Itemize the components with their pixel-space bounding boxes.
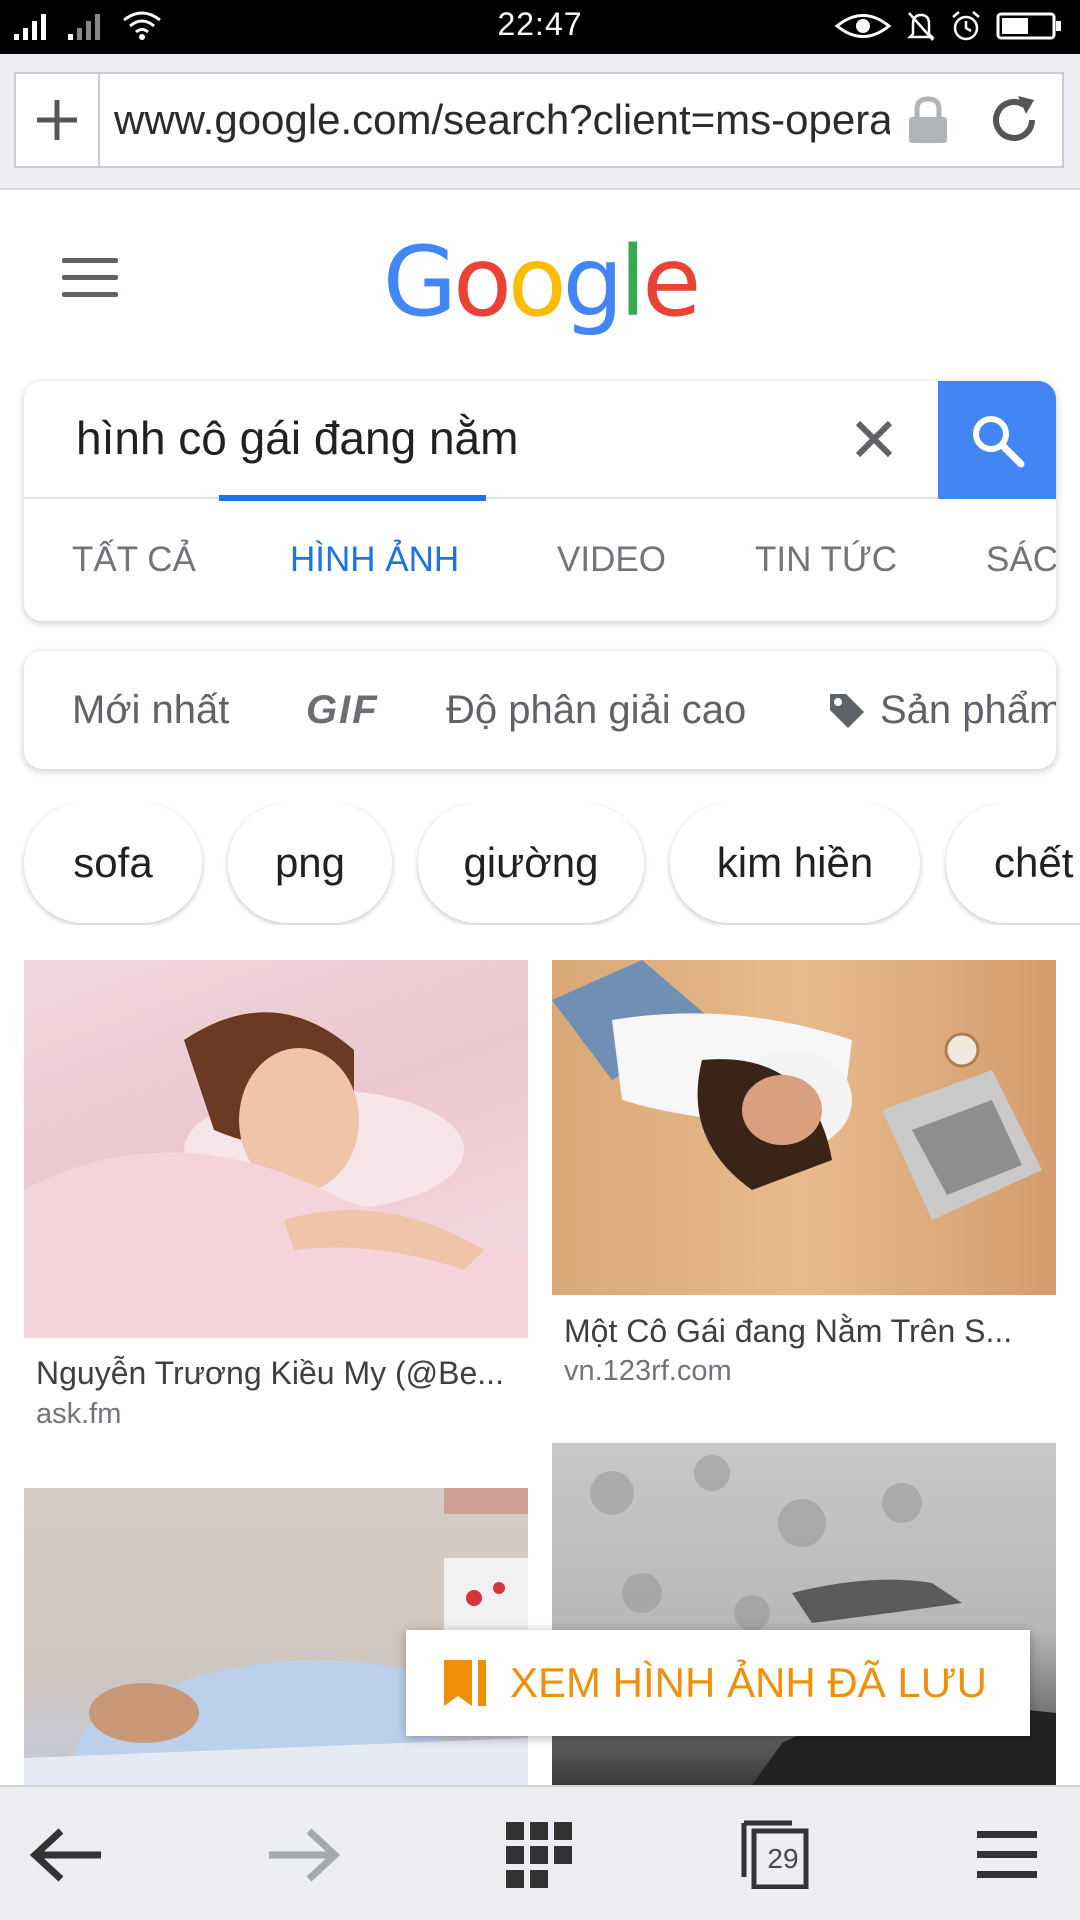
new-tab-button[interactable] xyxy=(16,74,100,166)
search-icon xyxy=(973,416,1025,468)
google-logo-letter: g xyxy=(562,226,624,338)
tag-icon xyxy=(830,694,864,728)
close-icon xyxy=(855,420,893,458)
google-header: Google xyxy=(0,192,1080,370)
search-bar: hình cô gái đang nằm xyxy=(24,381,1056,499)
bookmark-icon xyxy=(430,1656,500,1710)
url-text[interactable]: www.google.com/search?client=ms-opera xyxy=(100,96,890,144)
tab-count: 29 xyxy=(767,1843,799,1874)
screen: 22:47 www.google.com/search?client=ms-op… xyxy=(0,0,1080,1920)
filter-products[interactable]: Sản phẩm xyxy=(826,651,1056,769)
tab-books[interactable]: SÁCH xyxy=(986,499,1056,621)
google-logo-letter: o xyxy=(507,226,567,338)
grid-icon xyxy=(506,1822,572,1888)
tabs-button[interactable]: 29 xyxy=(730,1815,820,1895)
eye-icon xyxy=(834,14,892,38)
tab-images[interactable]: HÌNH ẢNH xyxy=(290,499,459,621)
filter-high-res[interactable]: Độ phân giải cao xyxy=(446,651,746,769)
speed-dial-button[interactable] xyxy=(494,1815,584,1895)
result-title[interactable]: Nguyễn Trương Kiều My (@Be... xyxy=(36,1355,516,1392)
chip-chet[interactable]: chết xyxy=(946,803,1080,923)
google-logo-letter: e xyxy=(642,226,701,338)
alarm-icon xyxy=(952,11,980,41)
arrow-right-icon xyxy=(269,1828,341,1882)
photo-woman-on-floor xyxy=(552,960,1042,1220)
tab-all[interactable]: TẤT CẢ xyxy=(72,499,196,621)
google-logo-letter: o xyxy=(453,226,512,338)
status-bar: 22:47 xyxy=(0,0,1080,54)
chip-png[interactable]: png xyxy=(228,803,392,923)
result-title[interactable]: Một Cô Gái đang Nằm Trên S... xyxy=(564,1313,1044,1350)
search-tabs: TẤT CẢ HÌNH ẢNH VIDEO TIN TỨC SÁCH xyxy=(24,499,1056,621)
chip-giuong[interactable]: giường xyxy=(418,803,644,923)
saved-images-button[interactable]: XEM HÌNH ẢNH ĐÃ LƯU xyxy=(406,1630,1030,1736)
clear-search-button[interactable] xyxy=(846,411,902,467)
reload-button[interactable] xyxy=(966,92,1062,148)
back-button[interactable] xyxy=(22,1815,112,1895)
active-tab-indicator xyxy=(219,495,486,501)
chip-sofa[interactable]: sofa xyxy=(24,803,202,923)
browser-bottom-nav: 29 xyxy=(0,1785,1080,1920)
result-image[interactable] xyxy=(24,960,528,1338)
related-chips: sofa png giường kim hiền chết xyxy=(0,803,1080,925)
search-card: hình cô gái đang nằm TẤT CẢ HÌNH ẢNH VID… xyxy=(24,381,1056,621)
google-logo-letter: l xyxy=(619,226,647,338)
filter-newest[interactable]: Mới nhất xyxy=(72,651,229,769)
result-source: vn.123rf.com xyxy=(564,1355,732,1387)
main-menu-button[interactable] xyxy=(962,1815,1052,1895)
google-logo[interactable]: Google xyxy=(0,226,1080,338)
menu-icon xyxy=(977,1831,1037,1878)
saved-images-label: XEM HÌNH ẢNH ĐÃ LƯU xyxy=(510,1659,987,1706)
tab-video[interactable]: VIDEO xyxy=(557,499,666,621)
filter-products-label: Sản phẩm xyxy=(880,688,1056,732)
search-button[interactable] xyxy=(938,381,1056,499)
status-icons xyxy=(834,10,1062,42)
arrow-left-icon xyxy=(29,1828,101,1882)
bell-muted-icon xyxy=(906,12,936,41)
photo-sleeping-woman xyxy=(24,1012,528,1338)
google-logo-letter: G xyxy=(382,226,457,338)
browser-toolbar: www.google.com/search?client=ms-opera xyxy=(0,54,1080,190)
plus-icon xyxy=(37,100,77,140)
search-input[interactable]: hình cô gái đang nằm xyxy=(76,411,518,465)
result-image[interactable] xyxy=(552,960,1056,1295)
filter-bar: Mới nhất GIF Độ phân giải cao Sản phẩm xyxy=(24,651,1056,769)
forward-button[interactable] xyxy=(258,1815,348,1895)
reload-icon xyxy=(993,96,1035,141)
lock-icon[interactable] xyxy=(890,95,966,145)
address-bar[interactable]: www.google.com/search?client=ms-opera xyxy=(14,72,1064,168)
chip-kim-hien[interactable]: kim hiền xyxy=(670,803,920,923)
tab-news[interactable]: TIN TỨC xyxy=(755,499,897,621)
battery-icon xyxy=(996,12,1061,40)
result-source: ask.fm xyxy=(36,1398,122,1430)
filter-gif[interactable]: GIF xyxy=(306,651,379,769)
